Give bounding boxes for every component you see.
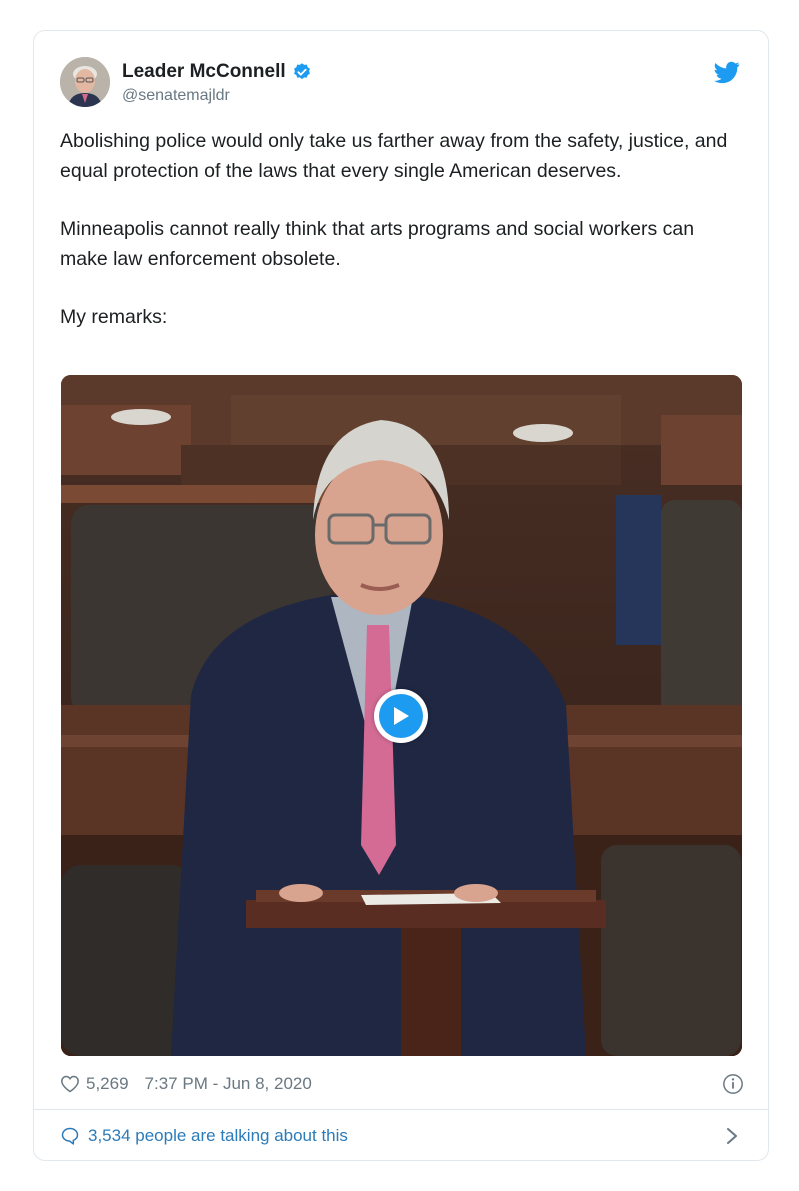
tweet-text: Abolishing police would only take us far… xyxy=(60,127,740,362)
author-display-name[interactable]: Leader McConnell xyxy=(122,61,286,83)
divider xyxy=(34,1109,768,1110)
verified-badge-icon xyxy=(293,63,310,80)
author-names: Leader McConnell @senatemajldr xyxy=(122,61,312,105)
play-button[interactable] xyxy=(374,689,428,743)
twitter-bird-icon[interactable] xyxy=(714,59,740,85)
tweet-header: Leader McConnell @senatemajldr xyxy=(60,57,742,109)
author-handle[interactable]: @senatemajldr xyxy=(122,87,312,105)
chevron-right-icon[interactable] xyxy=(724,1126,740,1146)
speech-bubble-icon xyxy=(61,1127,79,1145)
timestamp[interactable]: 7:37 PM - Jun 8, 2020 xyxy=(145,1074,312,1094)
tweet-meta: 5,269 7:37 PM - Jun 8, 2020 xyxy=(60,1071,744,1097)
tweet-card: Leader McConnell @senatemajldr Abolishin… xyxy=(33,30,769,1161)
avatar[interactable] xyxy=(60,57,110,107)
heart-icon[interactable] xyxy=(60,1074,80,1094)
tweet-paragraph: Abolishing police would only take us far… xyxy=(60,130,728,182)
play-icon xyxy=(394,707,409,725)
conversation-link[interactable]: 3,534 people are talking about this xyxy=(60,1123,744,1149)
like-count[interactable]: 5,269 xyxy=(86,1074,129,1094)
tweet-paragraph: Minneapolis cannot really think that art… xyxy=(60,218,695,270)
conversation-label[interactable]: 3,534 people are talking about this xyxy=(88,1126,348,1146)
info-icon[interactable] xyxy=(722,1073,744,1095)
tweet-paragraph: My remarks: xyxy=(60,306,168,328)
video-player[interactable] xyxy=(61,375,742,1056)
